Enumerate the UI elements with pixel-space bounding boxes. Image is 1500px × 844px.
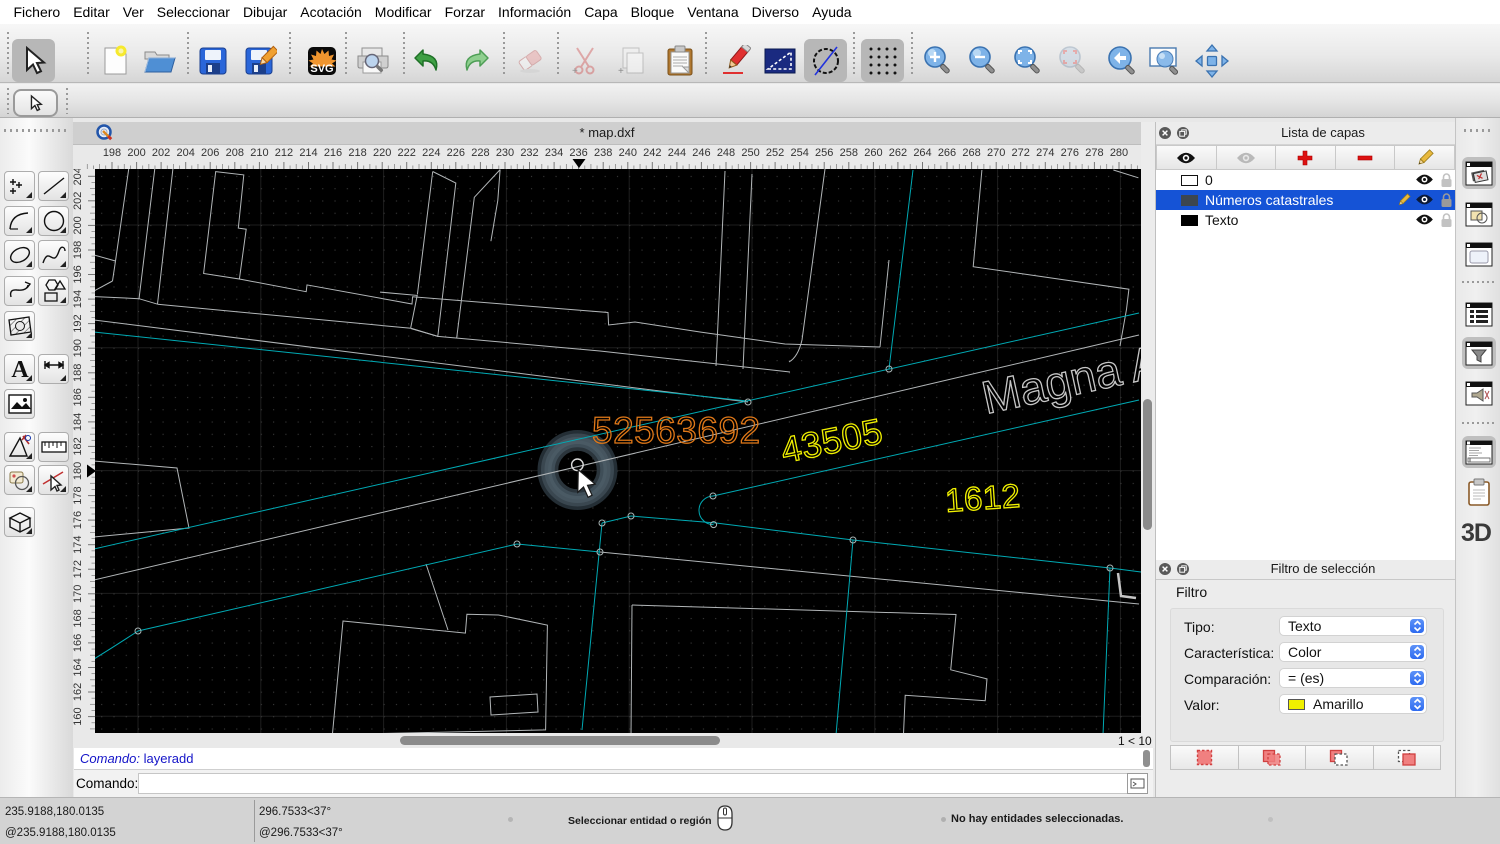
svg-text:236: 236: [569, 147, 587, 159]
svg-text:176: 176: [73, 511, 84, 529]
svg-text:198: 198: [73, 241, 84, 259]
svg-text:270: 270: [987, 147, 1005, 159]
svg-text:278: 278: [1085, 147, 1103, 159]
svg-text:272: 272: [1012, 147, 1030, 159]
svg-text:204: 204: [73, 169, 84, 185]
svg-text:196: 196: [73, 265, 84, 283]
svg-text:250: 250: [741, 147, 759, 159]
svg-text:258: 258: [840, 147, 858, 159]
svg-text:228: 228: [471, 147, 489, 159]
svg-text:268: 268: [962, 147, 980, 159]
svg-text:218: 218: [348, 147, 366, 159]
svg-text:200: 200: [127, 147, 145, 159]
svg-text:170: 170: [73, 585, 84, 603]
svg-text:230: 230: [496, 147, 514, 159]
svg-text:206: 206: [201, 147, 219, 159]
svg-text:234: 234: [545, 147, 563, 159]
svg-text:212: 212: [275, 147, 293, 159]
svg-text:192: 192: [73, 314, 84, 332]
svg-text:262: 262: [889, 147, 907, 159]
svg-text:220: 220: [373, 147, 391, 159]
svg-text:260: 260: [864, 147, 882, 159]
svg-text:232: 232: [520, 147, 538, 159]
svg-text:182: 182: [73, 437, 84, 455]
svg-text:246: 246: [692, 147, 710, 159]
svg-text:174: 174: [73, 536, 84, 554]
svg-text:240: 240: [619, 147, 637, 159]
svg-text:172: 172: [73, 560, 84, 578]
svg-text:180: 180: [73, 462, 84, 480]
svg-text:224: 224: [422, 147, 440, 159]
svg-text:178: 178: [73, 486, 84, 504]
svg-text:188: 188: [73, 364, 84, 382]
svg-text:164: 164: [73, 658, 84, 676]
svg-text:238: 238: [594, 147, 612, 159]
svg-text:200: 200: [73, 216, 84, 234]
svg-text:160: 160: [73, 707, 84, 725]
svg-text:248: 248: [717, 147, 735, 159]
svg-text:280: 280: [1110, 147, 1128, 159]
svg-text:242: 242: [643, 147, 661, 159]
svg-text:244: 244: [668, 147, 686, 159]
svg-text:1612: 1612: [944, 477, 1022, 519]
svg-text:166: 166: [73, 634, 84, 652]
svg-text:SVG: SVG: [310, 63, 333, 75]
svg-text:204: 204: [177, 147, 195, 159]
svg-text:266: 266: [938, 147, 956, 159]
svg-text:276: 276: [1061, 147, 1079, 159]
svg-text:208: 208: [226, 147, 244, 159]
svg-text:216: 216: [324, 147, 342, 159]
svg-text:+: +: [572, 66, 578, 77]
svg-text:162: 162: [73, 683, 84, 701]
svg-text:214: 214: [299, 147, 317, 159]
svg-text:186: 186: [73, 388, 84, 406]
svg-text:168: 168: [73, 609, 84, 627]
svg-text:190: 190: [73, 339, 84, 357]
svg-text:184: 184: [73, 413, 84, 431]
svg-text:254: 254: [791, 147, 809, 159]
svg-text:274: 274: [1036, 147, 1054, 159]
svg-text:256: 256: [815, 147, 833, 159]
svg-text:198: 198: [103, 147, 121, 159]
svg-text:264: 264: [913, 147, 931, 159]
svg-text:252: 252: [766, 147, 784, 159]
svg-text:202: 202: [73, 192, 84, 210]
svg-text:52563692: 52563692: [592, 410, 761, 451]
svg-text:210: 210: [250, 147, 268, 159]
svg-text:194: 194: [73, 290, 84, 308]
svg-text:+: +: [618, 66, 624, 77]
svg-text:202: 202: [152, 147, 170, 159]
svg-text:222: 222: [398, 147, 416, 159]
svg-text:226: 226: [447, 147, 465, 159]
